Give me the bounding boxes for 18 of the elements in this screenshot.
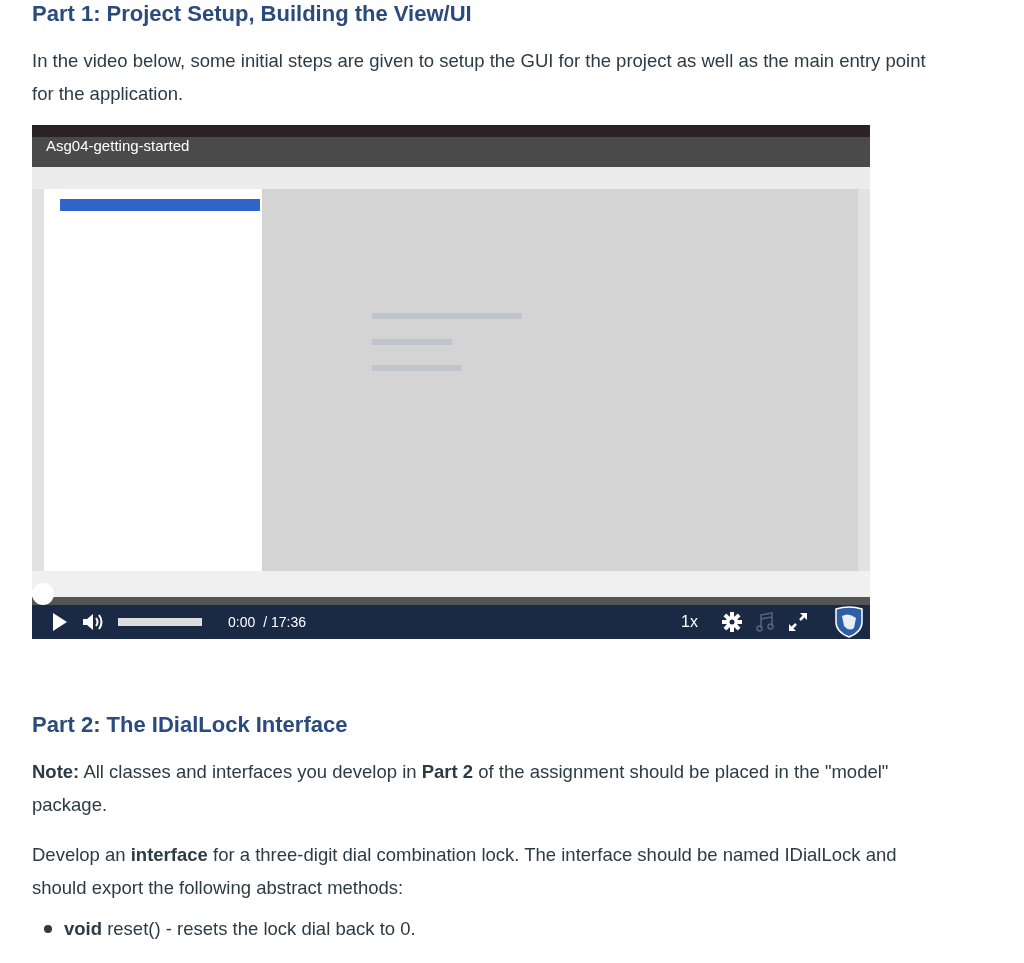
duration: / 17:36 xyxy=(263,614,307,630)
shield-logo-icon xyxy=(834,606,864,638)
paragraph: Note: All classes and interfaces you develop in Part 2 of the assignment should be placed in the "model" package. xyxy=(32,760,890,817)
speed-button[interactable]: 1x xyxy=(681,613,698,631)
seek-bar[interactable] xyxy=(32,583,870,605)
video-title: Asg04-getting-started xyxy=(46,137,190,154)
volume-button[interactable] xyxy=(82,612,104,632)
volume-slider[interactable] xyxy=(118,618,202,626)
play-button[interactable] xyxy=(52,612,68,632)
section-heading: Part 1: Project Setup, Building the View/UI xyxy=(32,0,473,27)
current-time: 0:00 xyxy=(228,614,256,630)
paragraph: In the video below, some initial steps are given to setup the GUI for the project as well as the main entry point for the application. xyxy=(32,49,927,106)
section-heading: Part 2: The IDialLock Interface xyxy=(32,711,349,738)
fullscreen-button[interactable] xyxy=(788,612,808,632)
list-item: void reset() - resets the lock dial back to 0. xyxy=(64,918,416,940)
settings-button[interactable] xyxy=(722,612,742,632)
paragraph: Develop an interface for a three-digit dial combination lock. The interface should be named IDialLock and should export the following abstract methods: xyxy=(32,843,898,900)
bullet-icon xyxy=(44,925,52,933)
